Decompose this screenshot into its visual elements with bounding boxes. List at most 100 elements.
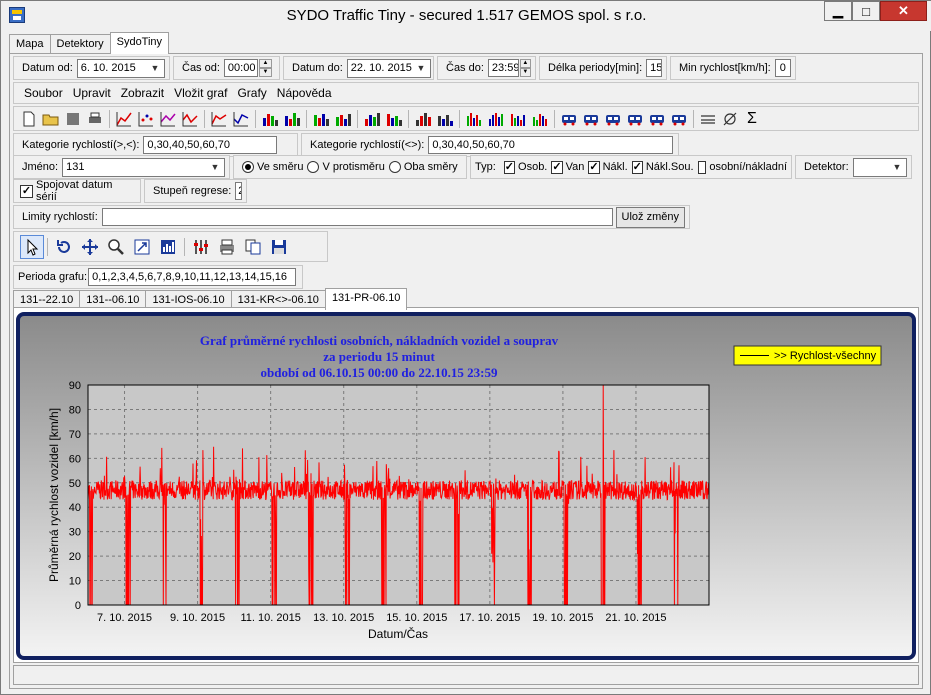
move-icon[interactable] xyxy=(77,237,103,257)
datum-od-label: Datum od: xyxy=(22,62,73,74)
tab-sydotiny[interactable]: SydoTiny xyxy=(109,32,170,54)
spin-up-icon[interactable]: ▲ xyxy=(258,59,272,68)
line-chart-icon[interactable] xyxy=(208,109,230,129)
pointer-icon[interactable] xyxy=(20,234,44,259)
ios-chart-icon[interactable] xyxy=(412,109,434,129)
rotate-icon[interactable] xyxy=(51,237,77,257)
tools-icon[interactable] xyxy=(188,237,214,257)
main-tabs: Mapa Detektory SydoTiny xyxy=(9,32,170,54)
osob-checkbox[interactable]: ✓ xyxy=(503,160,516,174)
ios-chart-icon[interactable] xyxy=(434,109,456,129)
sum-icon[interactable]: Σ xyxy=(741,109,763,129)
osobni-nakladni-checkbox[interactable] xyxy=(697,160,707,174)
jmeno-value: 131 xyxy=(66,160,85,173)
datum-od-picker[interactable]: 6. 10. 2015 ▼ xyxy=(76,58,165,78)
line-chart-icon[interactable] xyxy=(179,109,201,129)
kr-chart-icon[interactable] xyxy=(383,109,405,129)
vehicle-all-icon[interactable] xyxy=(646,109,668,129)
y-tick-label: 20 xyxy=(69,551,81,563)
open-folder-icon[interactable] xyxy=(40,109,62,129)
bar-chart-icon[interactable] xyxy=(529,109,551,129)
chevron-down-icon[interactable]: ▼ xyxy=(149,63,161,74)
line-chart-icon[interactable] xyxy=(230,109,252,129)
kat2-input[interactable]: 0,30,40,50,60,70 xyxy=(428,136,674,154)
nakl-checkbox[interactable]: ✓ xyxy=(588,160,600,174)
vehicle-all-icon[interactable] xyxy=(580,109,602,129)
chevron-down-icon[interactable]: ▼ xyxy=(415,63,427,74)
title-bar[interactable]: SYDO Traffic Tiny - secured 1.517 GEMOS … xyxy=(1,1,931,31)
limits-input[interactable] xyxy=(101,208,613,226)
detektor-select[interactable]: ▼ xyxy=(852,157,907,177)
perioda-input[interactable]: 15 xyxy=(646,59,662,77)
line-chart-icon[interactable] xyxy=(113,109,135,129)
kr-chart-icon[interactable] xyxy=(281,109,303,129)
v-protismeru-radio[interactable] xyxy=(307,161,320,173)
menu-soubor[interactable]: Soubor xyxy=(24,86,63,100)
menu-vlozit-graf[interactable]: Vložit graf xyxy=(174,86,227,100)
zoom-area-icon[interactable] xyxy=(129,237,155,257)
menu-grafy[interactable]: Grafy xyxy=(237,86,266,100)
min-rychlost-group: Min rychlost[km/h]: 0 xyxy=(670,56,796,80)
save-limits-button[interactable]: Ulož změny xyxy=(615,206,685,228)
print-icon[interactable] xyxy=(214,237,240,257)
chevron-down-icon[interactable]: ▼ xyxy=(891,162,903,173)
spojovat-checkbox[interactable]: ✓ xyxy=(20,184,33,198)
cas-od-spinner[interactable]: ▲ ▼ xyxy=(258,59,272,77)
scatter-chart-icon[interactable] xyxy=(135,109,157,129)
spin-down-icon[interactable]: ▼ xyxy=(519,68,531,77)
tab-mapa[interactable]: Mapa xyxy=(9,34,51,54)
cas-do-input[interactable]: 23:59 xyxy=(487,59,519,77)
spin-up-icon[interactable]: ▲ xyxy=(519,59,531,68)
chart-tab-active[interactable]: 131-PR-06.10 xyxy=(324,288,408,310)
cas-do-spinner[interactable]: ▲ ▼ xyxy=(519,59,531,77)
kr-chart-icon[interactable] xyxy=(361,109,383,129)
new-file-icon[interactable] xyxy=(18,109,40,129)
bar-chart-icon[interactable] xyxy=(463,109,485,129)
diameter-icon[interactable] xyxy=(719,109,741,129)
perioda-grafu-input[interactable]: 0,1,2,3,4,5,6,7,8,9,10,11,12,13,14,15,16 xyxy=(88,268,297,286)
stupen-input[interactable]: 2 xyxy=(235,182,242,200)
menu-zobrazit[interactable]: Zobrazit xyxy=(121,86,164,100)
detektor-label: Detektor: xyxy=(804,161,849,173)
vehicle-all-icon[interactable] xyxy=(624,109,646,129)
x-tick-label: 7. 10. 2015 xyxy=(97,612,152,624)
line-chart-icon[interactable] xyxy=(157,109,179,129)
van-checkbox[interactable]: ✓ xyxy=(551,160,563,174)
vehicle-all-icon[interactable] xyxy=(602,109,624,129)
copy-icon[interactable] xyxy=(240,237,266,257)
bar-chart-icon[interactable] xyxy=(507,109,529,129)
chart-3d-icon[interactable] xyxy=(155,237,181,257)
kr-chart-icon[interactable] xyxy=(310,109,332,129)
stop-icon[interactable] xyxy=(62,109,84,129)
menu-napoveda[interactable]: Nápověda xyxy=(277,86,332,100)
menu-upravit[interactable]: Upravit xyxy=(73,86,111,100)
oba-smery-radio[interactable] xyxy=(388,161,401,173)
datum-do-value: 22. 10. 2015 xyxy=(350,61,412,74)
print-icon[interactable] xyxy=(84,109,106,129)
nakl-sou-checkbox[interactable]: ✓ xyxy=(631,160,643,174)
kr-chart-icon[interactable] xyxy=(259,109,281,129)
chart-title: Graf průměrné rychlosti osobních, náklad… xyxy=(200,333,559,348)
average-icon[interactable] xyxy=(697,109,719,129)
tab-detektory[interactable]: Detektory xyxy=(49,34,111,54)
vehicle-all-icon[interactable] xyxy=(558,109,580,129)
vehicle-all-icon[interactable] xyxy=(668,109,690,129)
categories-row: Kategorie rychlostí(>,<): 0,30,40,50,60,… xyxy=(13,133,682,157)
speed-chart[interactable]: Graf průměrné rychlosti osobních, náklad… xyxy=(14,308,918,662)
ve-smeru-radio[interactable] xyxy=(242,161,254,173)
close-button[interactable]: ✕ xyxy=(880,1,927,21)
kr-chart-icon[interactable] xyxy=(332,109,354,129)
window-title: SYDO Traffic Tiny - secured 1.517 GEMOS … xyxy=(286,7,647,24)
spin-down-icon[interactable]: ▼ xyxy=(258,68,272,77)
minimize-button[interactable]: ▁ xyxy=(824,1,852,21)
save-icon[interactable] xyxy=(266,237,292,257)
zoom-icon[interactable] xyxy=(103,237,129,257)
chevron-down-icon[interactable]: ▼ xyxy=(209,162,221,173)
kat1-input[interactable]: 0,30,40,50,60,70 xyxy=(143,136,278,154)
min-rychlost-input[interactable]: 0 xyxy=(774,59,791,77)
cas-od-input[interactable]: 00:00 xyxy=(223,59,258,77)
bar-chart-icon[interactable] xyxy=(485,109,507,129)
jmeno-select[interactable]: 131 ▼ xyxy=(62,157,225,177)
maximize-button[interactable]: □ xyxy=(852,1,880,21)
datum-do-picker[interactable]: 22. 10. 2015 ▼ xyxy=(346,58,431,78)
